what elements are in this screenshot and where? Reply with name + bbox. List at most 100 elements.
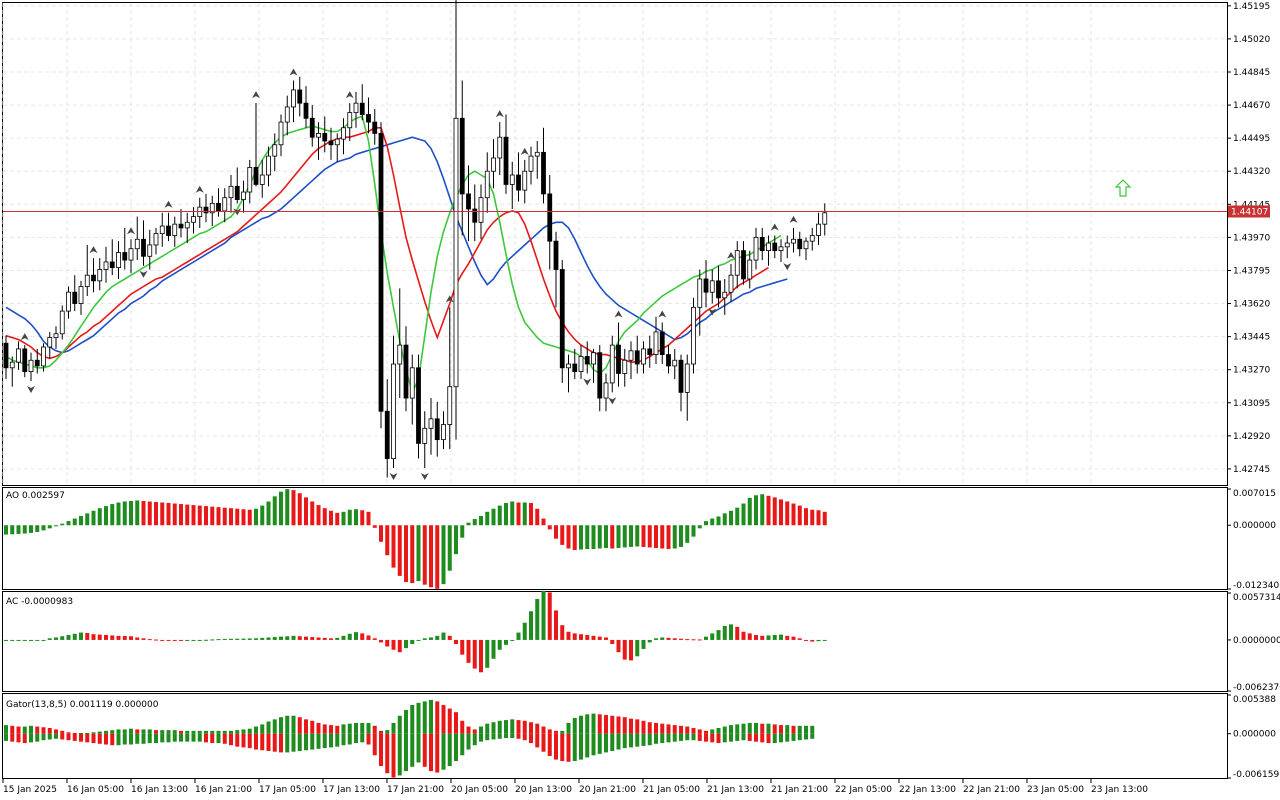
gator-upper-bar bbox=[41, 727, 46, 734]
bull-candle bbox=[422, 427, 428, 444]
bull-candle bbox=[441, 424, 446, 441]
gator-lower-bar bbox=[329, 733, 333, 748]
gator-lower-bar bbox=[10, 733, 15, 742]
time-tick-label: 22 Jan 21:00 bbox=[963, 785, 1020, 795]
gator-lower-bar bbox=[197, 733, 202, 742]
bear-candle bbox=[459, 117, 465, 195]
histogram-bar bbox=[91, 634, 96, 640]
histogram-bar bbox=[747, 497, 752, 526]
histogram-bar bbox=[566, 631, 571, 640]
histogram-bar bbox=[66, 635, 71, 640]
histogram-bar bbox=[716, 630, 721, 640]
price-tick-label: 1.43095 bbox=[1233, 399, 1270, 409]
histogram-bar bbox=[247, 509, 252, 526]
histogram-bar bbox=[522, 502, 527, 526]
gator-lower-bar bbox=[241, 733, 246, 748]
gator-lower-bar bbox=[185, 733, 190, 742]
histogram-bar bbox=[716, 516, 721, 526]
histogram-bar bbox=[222, 507, 227, 526]
histogram-bar bbox=[41, 525, 46, 531]
bear-candle bbox=[403, 344, 409, 399]
gator-lower-bar bbox=[110, 733, 115, 746]
gator-lower-bar bbox=[585, 733, 590, 758]
bull-candle bbox=[641, 348, 646, 365]
bear-candle bbox=[122, 252, 128, 261]
price-tick-label: 1.43620 bbox=[1233, 300, 1270, 310]
main-panel[interactable] bbox=[2, 2, 1228, 486]
time-tick-label: 16 Jan 05:00 bbox=[67, 785, 124, 795]
histogram-bar bbox=[816, 510, 821, 526]
histogram-bar bbox=[635, 525, 640, 547]
gator-lower-bar bbox=[116, 733, 121, 746]
histogram-bar bbox=[822, 511, 827, 526]
ac-panel[interactable] bbox=[2, 591, 1228, 692]
gator-upper-bar bbox=[316, 722, 321, 734]
gator-lower-bar bbox=[497, 733, 502, 739]
histogram-bar bbox=[204, 639, 208, 641]
histogram-bar bbox=[241, 638, 246, 640]
gator-upper-bar bbox=[610, 715, 615, 734]
gator-upper-bar bbox=[529, 722, 533, 734]
gator-lower-bar bbox=[541, 733, 546, 752]
time-tick-label: 16 Jan 13:00 bbox=[131, 785, 188, 795]
gator-lower-bar bbox=[454, 733, 458, 762]
histogram-bar bbox=[297, 636, 302, 640]
histogram-bar bbox=[147, 639, 152, 641]
gator-lower-bar bbox=[697, 733, 702, 741]
histogram-bar bbox=[35, 639, 40, 641]
gator-upper-bar bbox=[766, 723, 771, 734]
histogram-bar bbox=[166, 639, 171, 641]
histogram-bar bbox=[779, 499, 783, 526]
histogram-bar bbox=[735, 507, 740, 526]
histogram-bar bbox=[404, 639, 408, 649]
gator-upper-bar bbox=[16, 726, 21, 734]
indicator-tick-label: 0.0000000 bbox=[1233, 636, 1280, 646]
bull-candle bbox=[822, 212, 828, 225]
gator-lower-bar bbox=[760, 733, 765, 743]
histogram-bar bbox=[310, 637, 315, 640]
histogram-bar bbox=[72, 518, 77, 526]
bull-candle bbox=[84, 274, 90, 287]
gator-lower-bar bbox=[22, 733, 27, 744]
gator-upper-bar bbox=[385, 730, 390, 734]
trading-chart[interactable]: 1.45195 1.45020 1.44845 1.44670 1.44495 1.443… bbox=[0, 0, 1280, 800]
time-tick-label: 20 Jan 13:00 bbox=[515, 785, 572, 795]
gator-upper-bar bbox=[485, 723, 490, 734]
gator-upper-bar bbox=[460, 720, 465, 734]
histogram-bar bbox=[622, 639, 627, 660]
gator-lower-bar bbox=[97, 733, 102, 744]
gator-upper-bar bbox=[454, 712, 458, 734]
gator-upper-bar bbox=[116, 729, 121, 734]
bull-candle bbox=[722, 291, 728, 299]
price-tick-label: 1.43270 bbox=[1233, 366, 1270, 376]
time-tick-label: 16 Jan 21:00 bbox=[195, 785, 252, 795]
histogram-bar bbox=[791, 503, 796, 526]
histogram-bar bbox=[79, 515, 83, 526]
gator-lower-bar bbox=[379, 733, 383, 767]
gator-upper-bar bbox=[47, 727, 52, 734]
histogram-bar bbox=[122, 635, 127, 640]
indicator-tick-label: 0.000000 bbox=[1233, 521, 1276, 531]
gator-lower-bar bbox=[685, 733, 690, 741]
bull-candle bbox=[103, 261, 109, 270]
histogram-bar bbox=[535, 508, 540, 526]
gator-upper-bar bbox=[697, 729, 702, 734]
histogram-bar bbox=[797, 638, 802, 640]
gator-lower-bar bbox=[304, 733, 308, 751]
gator-lower-bar bbox=[591, 733, 596, 756]
gator-upper-bar bbox=[791, 725, 796, 734]
histogram-bar bbox=[35, 525, 40, 532]
bull-candle bbox=[391, 363, 396, 459]
gator-lower-bar bbox=[35, 733, 40, 742]
histogram-bar bbox=[397, 525, 402, 576]
gator-lower-bar bbox=[141, 733, 146, 744]
histogram-bar bbox=[772, 635, 777, 640]
gator-lower-bar bbox=[172, 733, 177, 742]
gator-lower-bar bbox=[60, 733, 65, 740]
histogram-bar bbox=[122, 501, 127, 526]
bull-candle bbox=[16, 348, 21, 363]
ao-panel[interactable] bbox=[2, 487, 1228, 590]
gator-upper-bar bbox=[322, 724, 327, 734]
gator-lower-bar bbox=[804, 733, 808, 740]
gator-upper-bar bbox=[666, 724, 671, 734]
